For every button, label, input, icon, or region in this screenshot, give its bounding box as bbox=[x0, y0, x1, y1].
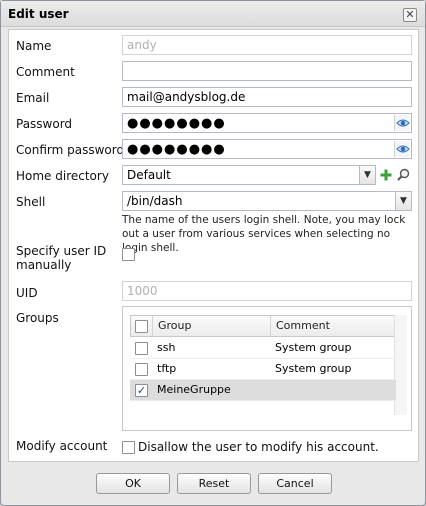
confirm-password-value: ●●●●●●●● bbox=[127, 142, 226, 157]
password-field[interactable]: ●●●●●●●● bbox=[122, 113, 412, 133]
close-icon: ✕ bbox=[405, 8, 415, 21]
shell-dropdown-button[interactable]: ▼ bbox=[395, 192, 411, 210]
comment-label: Comment bbox=[16, 65, 75, 79]
show-password-button[interactable] bbox=[394, 115, 410, 131]
chevron-down-icon: ▼ bbox=[364, 170, 371, 180]
edit-user-dialog: Edit user ✕ Name andy Comment Email mail… bbox=[0, 0, 426, 506]
add-home-directory-button[interactable] bbox=[378, 165, 394, 185]
add-icon bbox=[380, 169, 392, 181]
table-row[interactable]: ssh System group bbox=[130, 338, 396, 359]
uid-field[interactable]: 1000 bbox=[122, 281, 412, 301]
home-directory-label: Home directory bbox=[16, 169, 109, 183]
confirm-password-label: Confirm password bbox=[16, 143, 125, 157]
shell-label: Shell bbox=[16, 195, 46, 209]
name-field[interactable]: andy bbox=[122, 35, 412, 55]
row-checkbox-tftp[interactable] bbox=[135, 363, 148, 376]
shell-hint: The name of the users login shell. Note,… bbox=[122, 214, 406, 254]
cancel-button[interactable]: Cancel bbox=[258, 473, 332, 494]
table-row[interactable]: ✓ MeineGruppe bbox=[130, 380, 396, 401]
search-home-directory-button[interactable] bbox=[395, 165, 411, 185]
eye-icon bbox=[396, 119, 410, 127]
groups-label: Groups bbox=[16, 311, 59, 325]
group-comment: System group bbox=[275, 362, 352, 375]
specify-uid-checkbox[interactable] bbox=[122, 248, 135, 261]
comment-field[interactable] bbox=[122, 61, 412, 81]
close-button[interactable]: ✕ bbox=[403, 8, 417, 22]
group-name: ssh bbox=[157, 341, 176, 354]
password-label: Password bbox=[16, 117, 73, 131]
groups-grid: Group Comment ssh System group tftp Syst… bbox=[122, 306, 412, 431]
select-all-checkbox[interactable] bbox=[135, 320, 148, 333]
dialog-titlebar: Edit user ✕ bbox=[1, 1, 425, 27]
table-row[interactable]: tftp System group bbox=[130, 359, 396, 380]
groups-grid-header: Group Comment bbox=[130, 315, 396, 337]
select-all-cell bbox=[131, 316, 153, 336]
disallow-modify-option-label[interactable]: Disallow the user to modify his account. bbox=[138, 440, 379, 454]
form-panel: Name andy Comment Email mail@andysblog.d… bbox=[8, 29, 419, 462]
row-checkbox-ssh[interactable] bbox=[135, 342, 148, 355]
disallow-modify-checkbox[interactable] bbox=[122, 441, 135, 454]
specify-uid-label: Specify user ID manually bbox=[16, 244, 107, 272]
checkmark-icon: ✓ bbox=[136, 384, 147, 397]
password-value: ●●●●●●●● bbox=[127, 116, 226, 131]
home-directory-dropdown-button[interactable]: ▼ bbox=[359, 166, 375, 184]
home-directory-value: Default bbox=[127, 168, 171, 182]
group-comment: System group bbox=[275, 341, 352, 354]
home-directory-combo[interactable]: Default ▼ bbox=[122, 165, 376, 185]
email-label: Email bbox=[16, 91, 50, 105]
reset-button[interactable]: Reset bbox=[177, 473, 251, 494]
modify-account-label: Modify account bbox=[16, 439, 108, 453]
row-checkbox-meinegruppe[interactable]: ✓ bbox=[135, 384, 148, 397]
shell-combo[interactable]: /bin/dash ▼ bbox=[122, 191, 412, 211]
name-label: Name bbox=[16, 39, 52, 53]
confirm-password-field[interactable]: ●●●●●●●● bbox=[122, 139, 412, 159]
eye-icon bbox=[396, 145, 410, 153]
group-name: tftp bbox=[157, 362, 177, 375]
search-icon bbox=[396, 168, 409, 181]
column-header-group[interactable]: Group bbox=[153, 316, 271, 336]
email-field[interactable]: mail@andysblog.de bbox=[122, 87, 412, 107]
ok-button[interactable]: OK bbox=[96, 473, 170, 494]
dialog-title: Edit user bbox=[8, 7, 69, 21]
group-name: MeineGruppe bbox=[157, 383, 231, 396]
uid-label: UID bbox=[16, 286, 38, 300]
chevron-down-icon: ▼ bbox=[400, 196, 407, 206]
shell-value: /bin/dash bbox=[127, 194, 183, 208]
show-confirm-password-button[interactable] bbox=[394, 141, 410, 157]
column-header-comment[interactable]: Comment bbox=[271, 316, 389, 336]
